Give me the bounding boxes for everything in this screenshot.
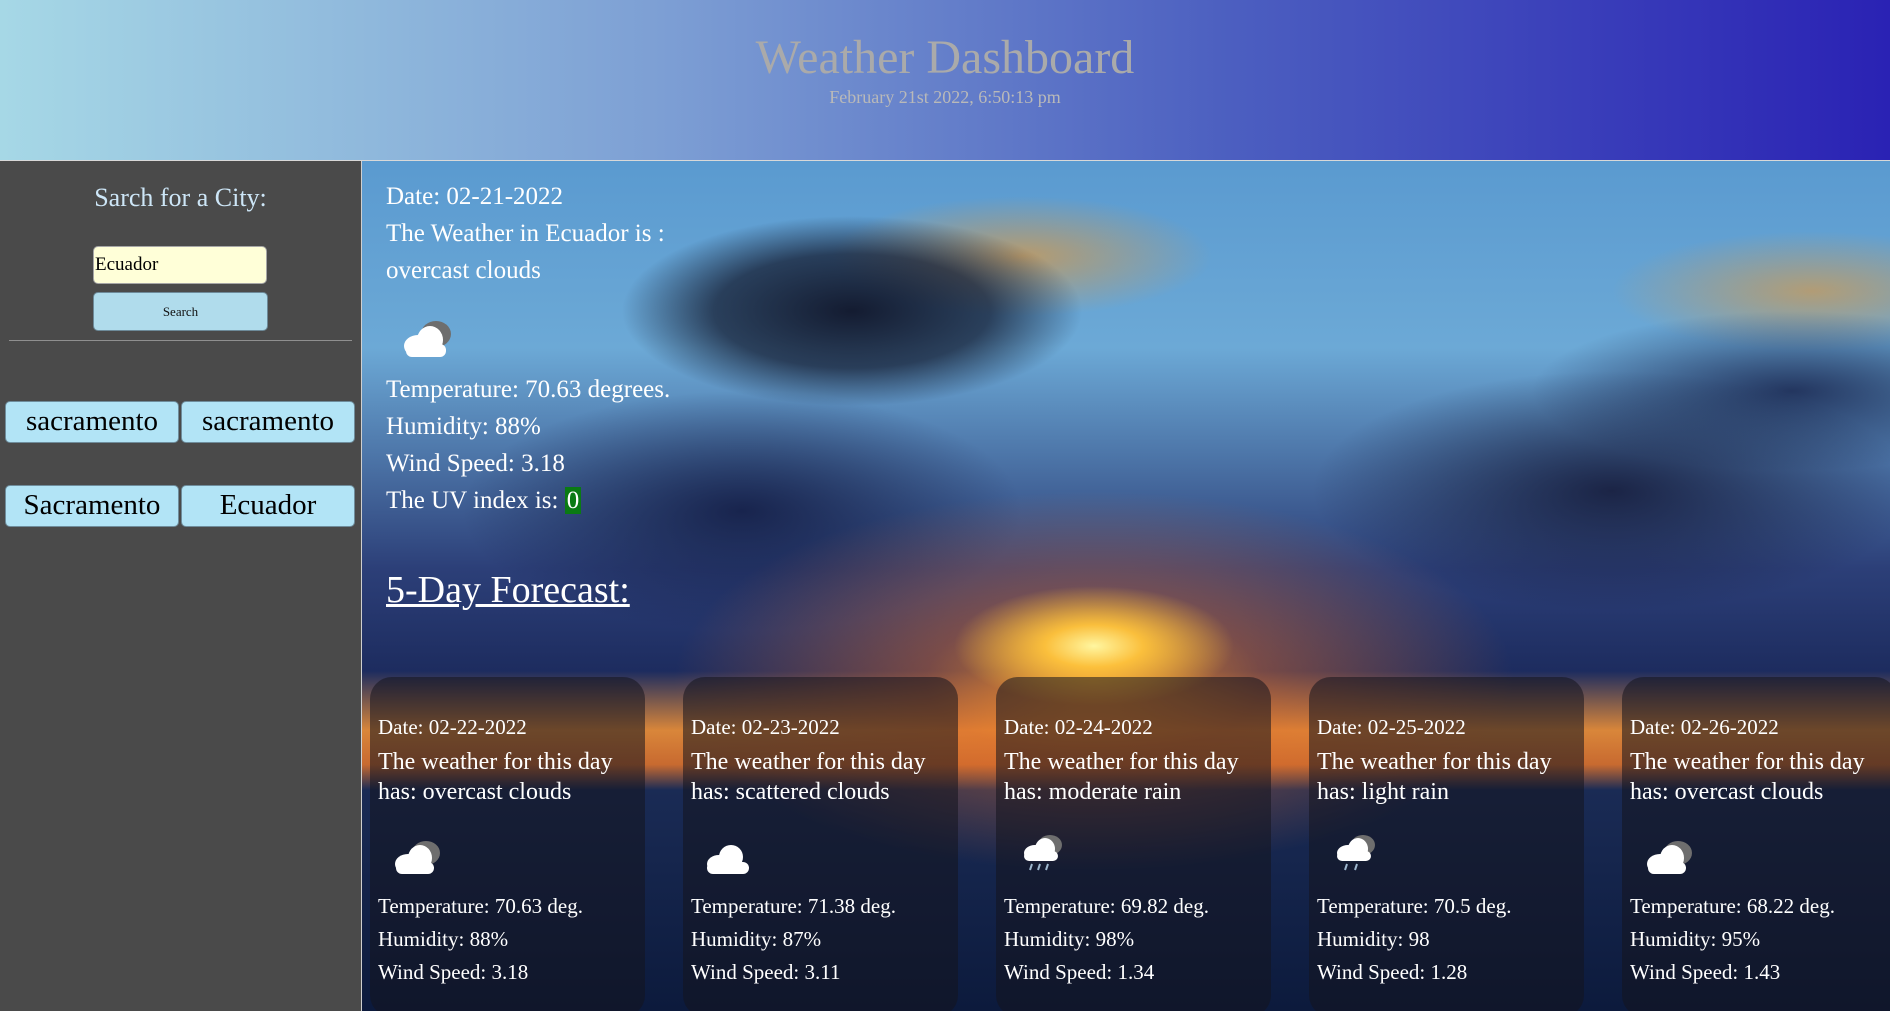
forecast-description: The weather for this day has: moderate r… [1004, 749, 1239, 805]
current-temperature: Temperature: 70.63 degrees. [386, 376, 671, 403]
current-humidity: Humidity: 88% [386, 413, 541, 440]
forecast-description: The weather for this day has: overcast c… [1630, 749, 1865, 805]
search-button[interactable]: Search [93, 292, 268, 331]
forecast-humidity: Humidity: 95% [1630, 927, 1761, 951]
forecast-description: The weather for this day has: overcast c… [378, 749, 613, 805]
forecast-card: Date: 02-23-2022 The weather for this da… [683, 677, 958, 1011]
forecast-temperature: Temperature: 71.38 deg. [691, 894, 896, 918]
search-label: Sarch for a City: [94, 183, 267, 212]
page-title: Weather Dashboard [755, 31, 1135, 84]
header: Weather Dashboard February 21st 2022, 6:… [0, 0, 1890, 161]
rain-cloud-icon [1337, 835, 1375, 871]
forecast-wind-speed: Wind Speed: 3.18 [378, 960, 529, 984]
forecast-date: Date: 02-25-2022 [1317, 715, 1466, 739]
forecast-humidity: Humidity: 88% [378, 927, 509, 951]
current-weather-line: The Weather in Ecuador is : [386, 220, 665, 247]
forecast-date: Date: 02-24-2022 [1004, 715, 1153, 739]
forecast-humidity: Humidity: 87% [691, 927, 822, 951]
current-date: Date: 02-21-2022 [386, 183, 564, 210]
cloud-icon [707, 845, 749, 874]
uv-index-label: The UV index is: [386, 487, 565, 514]
forecast-card: Date: 02-24-2022 The weather for this da… [996, 677, 1271, 1011]
forecast-date: Date: 02-23-2022 [691, 715, 840, 739]
cloud-icon [395, 841, 440, 874]
forecast-date: Date: 02-22-2022 [378, 715, 527, 739]
forecast-temperature: Temperature: 69.82 deg. [1004, 894, 1209, 918]
forecast-wind-speed: Wind Speed: 1.43 [1630, 960, 1781, 984]
forecast-card: Date: 02-26-2022 The weather for this da… [1622, 677, 1890, 1011]
cloud-icon [1647, 841, 1692, 874]
forecast-wind-speed: Wind Speed: 1.28 [1317, 960, 1468, 984]
forecast-card: Date: 02-22-2022 The weather for this da… [370, 677, 645, 1011]
forecast-humidity: Humidity: 98 [1317, 927, 1430, 951]
forecast-description: The weather for this day has: light rain [1317, 749, 1552, 805]
forecast-wind-speed: Wind Speed: 3.11 [691, 960, 841, 984]
current-wind-speed: Wind Speed: 3.18 [386, 450, 565, 477]
current-timestamp: February 21st 2022, 6:50:13 pm [829, 87, 1061, 107]
forecast-temperature: Temperature: 70.63 deg. [378, 894, 583, 918]
forecast-wind-speed: Wind Speed: 1.34 [1004, 960, 1155, 984]
rain-cloud-icon [1024, 835, 1062, 871]
history-city-button[interactable]: sacramento [5, 401, 179, 443]
weather-main: Date: 02-21-2022 The Weather in Ecuador … [362, 161, 1890, 1011]
forecast-temperature: Temperature: 70.5 deg. [1317, 894, 1512, 918]
sidebar: Sarch for a City: Search sacramento sacr… [0, 161, 362, 1011]
forecast-temperature: Temperature: 68.22 deg. [1630, 894, 1835, 918]
history-city-button[interactable]: Ecuador [181, 485, 355, 527]
history-city-button[interactable]: sacramento [181, 401, 355, 443]
city-search-input[interactable] [93, 246, 267, 284]
forecast-date: Date: 02-26-2022 [1630, 715, 1779, 739]
uv-index-badge: 0 [564, 487, 582, 514]
cloud-icon [404, 321, 451, 357]
current-uv-index: The UV index is: 0 [386, 487, 582, 515]
sidebar-divider [9, 340, 352, 341]
forecast-humidity: Humidity: 98% [1004, 927, 1135, 951]
forecast-description: The weather for this day has: scattered … [691, 749, 926, 805]
history-city-button[interactable]: Sacramento [5, 485, 179, 527]
forecast-heading: 5-Day Forecast: [386, 569, 630, 611]
forecast-card: Date: 02-25-2022 The weather for this da… [1309, 677, 1584, 1011]
current-description: overcast clouds [386, 257, 541, 284]
